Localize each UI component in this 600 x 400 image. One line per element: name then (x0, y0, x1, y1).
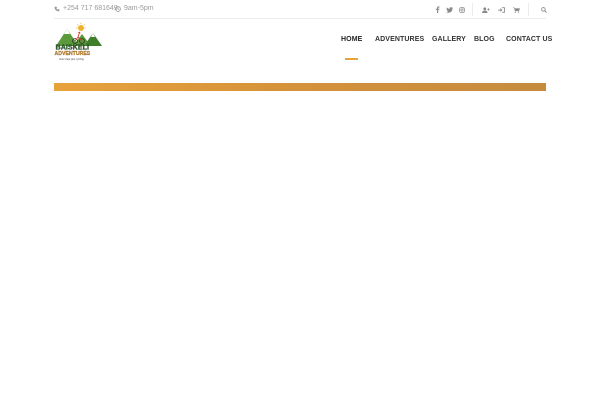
search-icon[interactable] (539, 5, 548, 14)
nav-home[interactable]: HOME (341, 36, 362, 43)
phone-info[interactable]: +254 717 681649 (54, 5, 118, 12)
facebook-icon[interactable] (433, 5, 442, 14)
nav-contact-us[interactable]: CONTACT US (506, 36, 552, 43)
clock-icon (115, 5, 121, 12)
top-bar: +254 717 681649 9am-5pm (54, 0, 548, 19)
page-banner (54, 83, 546, 91)
logo-graphic: BAISKELI ADVENTURES more than just cycli… (54, 22, 102, 61)
active-nav-indicator (345, 58, 358, 60)
nav-blog[interactable]: BLOG (474, 36, 495, 43)
twitter-icon[interactable] (445, 5, 454, 14)
hours-info: 9am-5pm (115, 5, 154, 12)
phone-number: +254 717 681649 (63, 5, 118, 12)
brand-name-line2: ADVENTURES (55, 51, 91, 57)
brand-tagline: more than just cycling (59, 58, 84, 61)
nav-adventures[interactable]: ADVENTURES (375, 36, 424, 43)
login-icon[interactable] (497, 5, 506, 14)
business-hours: 9am-5pm (124, 5, 154, 12)
divider (528, 3, 529, 16)
instagram-icon[interactable] (457, 5, 466, 14)
phone-icon (54, 6, 60, 11)
cart-icon[interactable] (512, 5, 521, 14)
divider (472, 3, 473, 16)
user-plus-icon[interactable] (481, 5, 490, 14)
nav-gallery[interactable]: GALLERY (432, 36, 466, 43)
site-logo[interactable]: BAISKELI ADVENTURES more than just cycli… (54, 22, 103, 62)
